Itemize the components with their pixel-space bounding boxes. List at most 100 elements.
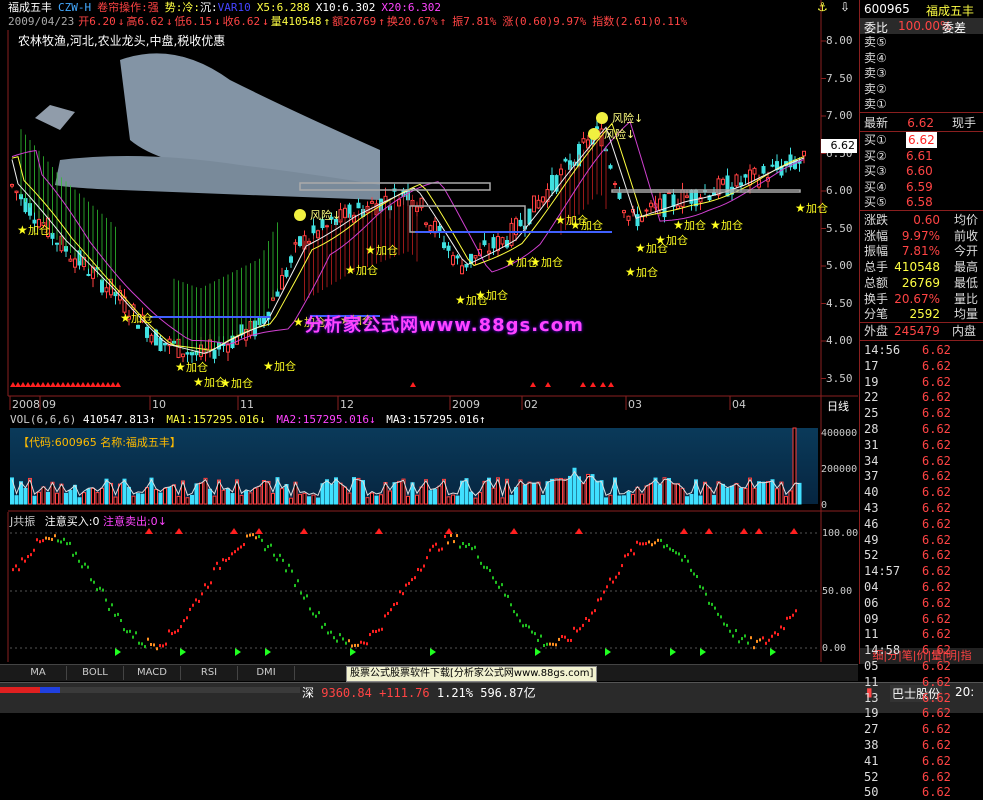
tick-time: 49 — [864, 532, 879, 547]
anchor-icon[interactable]: ⚓ — [817, 0, 828, 14]
waipan-row: 外盘 245479 内盘 — [860, 323, 982, 339]
risk-label: 风险↓ — [310, 208, 341, 222]
price-chart-svg[interactable]: ★ 加仓★ 加仓★ 加仓★ 加仓★ 加仓★ 加仓★ 加仓 ★ 加仓★ 加仓★ 加仓★ 加仓★ 加仓★ 加仓★… — [0, 0, 858, 412]
tab-boll[interactable]: BOLL — [67, 666, 124, 680]
tick-price: 6.62 — [922, 580, 951, 594]
add-position-label: 加仓 — [636, 265, 658, 279]
tick-price: 6.62 — [922, 358, 951, 373]
date-axis-label: 10 — [152, 398, 166, 411]
tab-rsi[interactable]: RSI — [181, 666, 238, 680]
tick-price: 6.62 — [922, 753, 951, 768]
add-position-star-icon: ★ — [710, 218, 721, 232]
tick-time: 11 — [864, 674, 879, 689]
status-bar: 深 9360.84 +111.76 1.21% 596.87亿 ▮ 巴士股份 2… — [0, 682, 983, 713]
bid-price: 6.58 — [906, 195, 933, 209]
tick-row: 25 6.62 — [860, 405, 983, 421]
add-position-star-icon: ★ — [530, 255, 541, 269]
bid-row: 买④ 6.59 — [860, 179, 983, 195]
volume-chart-svg — [8, 412, 858, 512]
stat-label: 涨幅 — [864, 228, 889, 243]
tick-time: 14:57 — [864, 564, 901, 579]
ask-row: 卖⑤ — [860, 34, 983, 50]
add-position-label: 加仓 — [666, 233, 688, 247]
tick-time: 34 — [864, 453, 879, 468]
stat-label-2: 均量 — [953, 307, 978, 322]
tick-time: 38 — [864, 738, 879, 752]
tick-price: 6.62 — [922, 343, 951, 357]
risk-marker-icon — [588, 128, 600, 140]
latest-row: 最新 6.62 现手 — [860, 115, 982, 131]
tick-time: 22 — [864, 390, 879, 405]
tab-dmi[interactable]: DMI — [238, 666, 295, 680]
price-axis-label: 4.00 — [826, 334, 853, 347]
index-change: +111.76 — [379, 686, 430, 700]
tick-row: 46 6.62 — [860, 516, 983, 532]
add-position-star-icon: ★ — [795, 201, 806, 215]
tick-row: 31 6.62 — [860, 437, 983, 453]
tick-price: 6.62 — [922, 738, 951, 752]
quote-code: 600965 — [864, 2, 910, 16]
bid-price: 6.60 — [906, 164, 933, 178]
add-position-label: 加仓 — [186, 360, 208, 374]
status-progress-blue — [40, 687, 60, 693]
add-position-label: 加仓 — [28, 223, 50, 237]
bid-price: 6.62 — [906, 132, 937, 148]
waipan-label: 外盘 — [864, 324, 889, 338]
main-chart-area[interactable]: 福成五丰 CZW-H 卷帘操作:强 势:冷:沉:VAR10 X5:6.288 X10:6.… — [0, 0, 858, 413]
stat-row: 总手 410548 最高 — [860, 259, 983, 275]
stat-row: 涨跌 0.60 均价 — [860, 212, 983, 228]
add-position-star-icon: ★ — [555, 213, 566, 227]
bid-label: 买③ — [864, 164, 887, 178]
tick-time: 09 — [864, 611, 879, 626]
tick-row: 43 6.62 — [860, 500, 983, 516]
add-position-star-icon: ★ — [635, 241, 646, 255]
quote-panel: 600965 福成五丰 委比 100.00% 委差 最新 6.62 现手 外盘 … — [859, 0, 983, 799]
tick-row: 41 6.62 — [860, 753, 983, 769]
add-position-star-icon: ★ — [365, 243, 376, 257]
bid-label: 买① — [864, 133, 887, 147]
tick-time: 46 — [864, 516, 879, 531]
bid-label: 买⑤ — [864, 195, 887, 209]
add-position-star-icon: ★ — [345, 263, 356, 277]
volume-panel[interactable]: VOL(6,6,6) 410547.813↑ MA1:157295.016↓ M… — [0, 412, 858, 512]
ask-label: 卖① — [864, 97, 887, 111]
stat-label: 总手 — [864, 260, 889, 275]
tick-price: 6.62 — [922, 690, 951, 705]
market-label: 深 — [302, 686, 315, 700]
date-axis-label: 09 — [42, 398, 56, 411]
stat-row: 涨幅 9.97% 前收 — [860, 228, 983, 244]
tick-price: 6.62 — [922, 469, 951, 484]
oscillator-axis-label: 0.00 — [822, 643, 847, 654]
add-position-star-icon: ★ — [673, 218, 684, 232]
add-position-star-icon: ★ — [120, 311, 131, 325]
add-position-label: 加仓 — [541, 255, 563, 269]
index-value: 9360.84 — [321, 686, 372, 700]
add-position-star-icon: ★ — [220, 376, 231, 390]
stat-label: 总额 — [864, 275, 889, 290]
tick-price: 6.62 — [922, 422, 951, 436]
stat-row: 总额 26769 最低 — [860, 275, 983, 291]
add-position-label: 加仓 — [721, 218, 743, 232]
stat-label-2: 均价 — [953, 213, 978, 227]
bid-price: 6.61 — [906, 148, 933, 163]
tick-time: 11 — [864, 627, 879, 642]
price-axis-label: 7.00 — [826, 109, 853, 122]
tick-time: 28 — [864, 422, 879, 436]
stat-label: 换手 — [864, 291, 889, 306]
add-position-label: 加仓 — [581, 218, 603, 232]
tick-row: 27 6.62 — [860, 721, 983, 737]
oscillator-panel[interactable]: J共振 注意买入:0 注意卖出:0↓ 100.00 50.00 0.00 — [0, 512, 858, 662]
add-position-label: 加仓 — [684, 218, 706, 232]
tick-price: 6.62 — [922, 659, 951, 673]
price-axis-label: 3.50 — [826, 371, 853, 385]
tick-price: 6.62 — [922, 548, 951, 563]
ad-banner[interactable]: 股票公式股票软件下载[分析家公式网www.88gs.com] — [346, 666, 598, 682]
tick-time: 14:56 — [864, 343, 901, 357]
tick-time: 27 — [864, 722, 879, 737]
stat-label-2: 量比 — [953, 291, 978, 306]
pin-icon[interactable]: ⇩ — [840, 0, 850, 14]
stat-label: 涨跌 — [864, 213, 889, 227]
tab-macd[interactable]: MACD — [124, 666, 181, 680]
tab-ma[interactable]: MA — [10, 666, 67, 680]
stat-label-2: 最高 — [953, 260, 978, 275]
